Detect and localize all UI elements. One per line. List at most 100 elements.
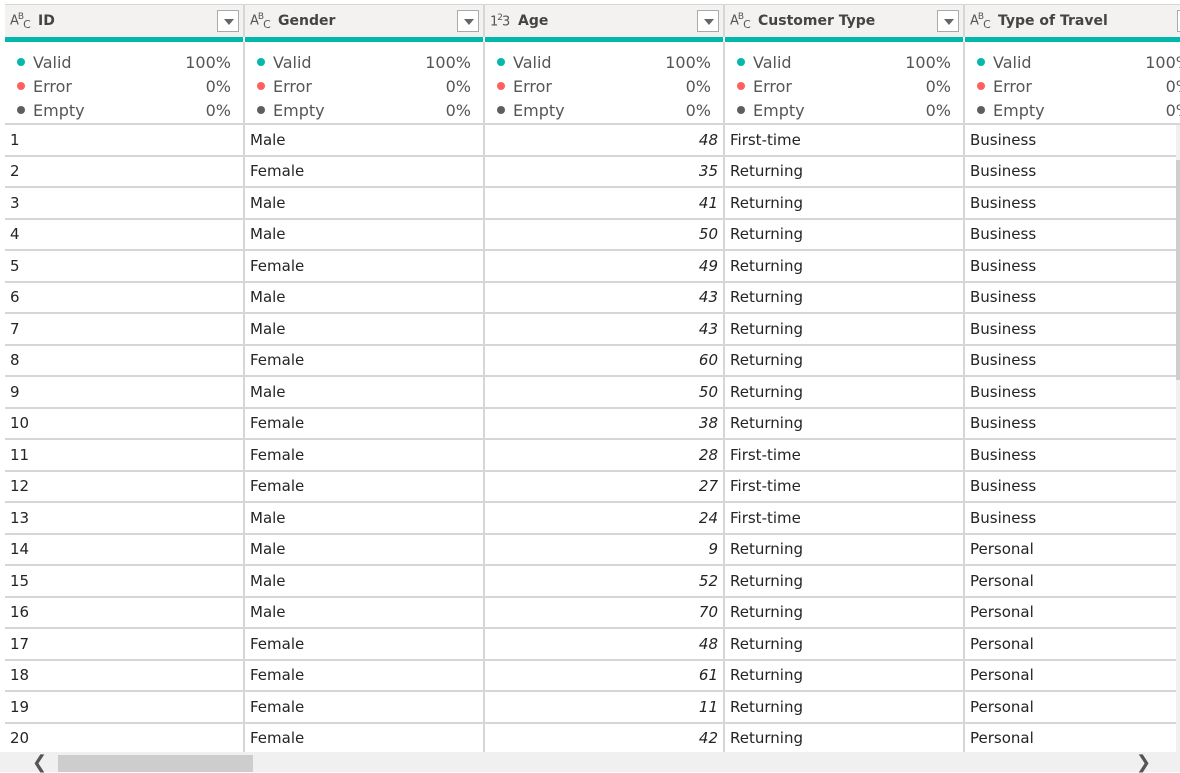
- table-cell[interactable]: Male: [245, 503, 485, 533]
- table-cell[interactable]: Business: [965, 409, 1180, 439]
- table-cell[interactable]: First-time: [725, 471, 965, 501]
- filter-dropdown-button[interactable]: [937, 10, 959, 32]
- table-cell[interactable]: 19: [5, 692, 245, 722]
- table-cell[interactable]: 10: [5, 408, 245, 438]
- filter-dropdown-button[interactable]: [697, 10, 719, 32]
- column-header[interactable]: ABC Gender: [245, 5, 485, 37]
- table-cell[interactable]: 24: [485, 503, 725, 533]
- table-cell[interactable]: Returning: [725, 660, 965, 690]
- table-cell[interactable]: 11: [5, 440, 245, 470]
- table-cell[interactable]: Male: [245, 125, 485, 155]
- column-header[interactable]: ABC Type of Travel: [965, 5, 1180, 37]
- table-cell[interactable]: Female: [245, 408, 485, 438]
- table-cell[interactable]: Returning: [725, 219, 965, 249]
- text-type-icon[interactable]: ABC: [250, 12, 278, 31]
- table-cell[interactable]: 60: [485, 345, 725, 375]
- table-cell[interactable]: Female: [245, 156, 485, 186]
- table-cell[interactable]: Returning: [725, 566, 965, 596]
- table-cell[interactable]: 3: [5, 188, 245, 218]
- horizontal-scroll-thumb[interactable]: [58, 755, 253, 772]
- table-cell[interactable]: 18: [5, 660, 245, 690]
- number-type-icon[interactable]: 123: [490, 13, 518, 29]
- table-cell[interactable]: 11: [485, 692, 725, 722]
- vertical-scrollbar[interactable]: [1176, 125, 1180, 752]
- table-cell[interactable]: Female: [245, 692, 485, 722]
- table-cell[interactable]: 7: [5, 314, 245, 344]
- table-cell[interactable]: Male: [245, 282, 485, 312]
- table-cell[interactable]: Female: [245, 471, 485, 501]
- table-cell[interactable]: Returning: [725, 282, 965, 312]
- table-cell[interactable]: Returning: [725, 345, 965, 375]
- table-cell[interactable]: Personal: [965, 692, 1180, 722]
- table-cell[interactable]: First-time: [725, 503, 965, 533]
- filter-dropdown-button[interactable]: [457, 10, 479, 32]
- table-cell[interactable]: Business: [965, 283, 1180, 313]
- table-cell[interactable]: 2: [5, 156, 245, 186]
- table-cell[interactable]: Returning: [725, 188, 965, 218]
- table-cell[interactable]: Business: [965, 188, 1180, 218]
- table-cell[interactable]: Returning: [725, 314, 965, 344]
- table-cell[interactable]: Male: [245, 534, 485, 564]
- table-cell[interactable]: 9: [5, 377, 245, 407]
- table-cell[interactable]: 16: [5, 597, 245, 627]
- table-cell[interactable]: Male: [245, 566, 485, 596]
- table-cell[interactable]: 70: [485, 597, 725, 627]
- table-cell[interactable]: 27: [485, 471, 725, 501]
- table-cell[interactable]: 5: [5, 251, 245, 281]
- table-cell[interactable]: Female: [245, 629, 485, 659]
- table-cell[interactable]: Business: [965, 346, 1180, 376]
- table-cell[interactable]: Personal: [965, 629, 1180, 659]
- table-cell[interactable]: 49: [485, 251, 725, 281]
- table-cell[interactable]: Personal: [965, 661, 1180, 691]
- table-cell[interactable]: Personal: [965, 598, 1180, 628]
- table-cell[interactable]: Female: [245, 440, 485, 470]
- table-cell[interactable]: 8: [5, 345, 245, 375]
- table-cell[interactable]: Business: [965, 157, 1180, 187]
- column-header[interactable]: ABC ID: [5, 5, 245, 37]
- table-cell[interactable]: 1: [5, 125, 245, 155]
- text-type-icon[interactable]: ABC: [10, 12, 38, 31]
- table-cell[interactable]: Male: [245, 377, 485, 407]
- table-cell[interactable]: Returning: [725, 251, 965, 281]
- text-type-icon[interactable]: ABC: [970, 12, 998, 31]
- table-cell[interactable]: 50: [485, 219, 725, 249]
- chevron-left-icon[interactable]: ❮: [32, 752, 47, 773]
- table-cell[interactable]: 38: [485, 408, 725, 438]
- table-cell[interactable]: Business: [965, 251, 1180, 281]
- table-cell[interactable]: Returning: [725, 408, 965, 438]
- table-cell[interactable]: 13: [5, 503, 245, 533]
- table-cell[interactable]: 48: [485, 629, 725, 659]
- table-cell[interactable]: Returning: [725, 692, 965, 722]
- filter-dropdown-button[interactable]: [217, 10, 239, 32]
- chevron-right-icon[interactable]: ❯: [1136, 752, 1151, 773]
- table-cell[interactable]: 12: [5, 471, 245, 501]
- table-cell[interactable]: Male: [245, 188, 485, 218]
- table-cell[interactable]: 48: [485, 125, 725, 155]
- table-cell[interactable]: Male: [245, 597, 485, 627]
- table-cell[interactable]: Female: [245, 345, 485, 375]
- table-cell[interactable]: Business: [965, 314, 1180, 344]
- table-cell[interactable]: 42: [485, 723, 725, 753]
- table-cell[interactable]: Female: [245, 660, 485, 690]
- table-cell[interactable]: 50: [485, 377, 725, 407]
- table-cell[interactable]: 4: [5, 219, 245, 249]
- table-cell[interactable]: Business: [965, 220, 1180, 250]
- table-cell[interactable]: 35: [485, 156, 725, 186]
- table-cell[interactable]: 20: [5, 723, 245, 753]
- table-cell[interactable]: First-time: [725, 440, 965, 470]
- table-cell[interactable]: Returning: [725, 156, 965, 186]
- table-cell[interactable]: Female: [245, 723, 485, 753]
- table-cell[interactable]: Returning: [725, 377, 965, 407]
- table-cell[interactable]: 9: [485, 534, 725, 564]
- table-cell[interactable]: Returning: [725, 723, 965, 753]
- table-cell[interactable]: 14: [5, 534, 245, 564]
- table-cell[interactable]: Personal: [965, 724, 1180, 754]
- table-cell[interactable]: Returning: [725, 534, 965, 564]
- table-cell[interactable]: Personal: [965, 566, 1180, 596]
- table-cell[interactable]: First-time: [725, 125, 965, 155]
- table-cell[interactable]: Business: [965, 440, 1180, 470]
- table-cell[interactable]: Business: [965, 503, 1180, 533]
- text-type-icon[interactable]: ABC: [730, 12, 758, 31]
- column-header[interactable]: ABC Customer Type: [725, 5, 965, 37]
- vertical-scroll-thumb[interactable]: [1176, 160, 1180, 380]
